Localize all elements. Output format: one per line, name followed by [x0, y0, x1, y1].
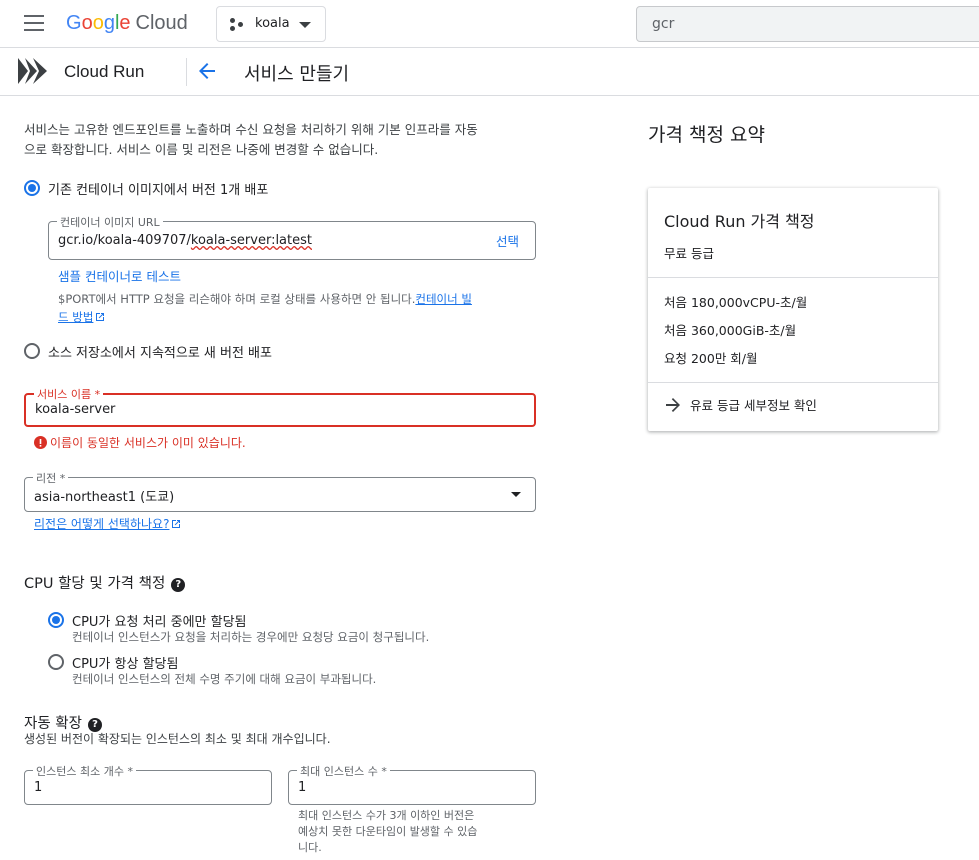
- max-instances-field[interactable]: 최대 인스턴스 수 * 1: [288, 763, 536, 805]
- pricing-item: 처음 360,000GiB-초/월: [664, 323, 797, 338]
- help-icon[interactable]: ?: [171, 578, 186, 592]
- error-icon: [34, 436, 47, 449]
- min-instances-value: 1: [34, 780, 43, 795]
- pricing-card: Cloud Run 가격 책정 무료 등급 처음 180,000vCPU-초/월…: [648, 188, 938, 431]
- arrow-forward-icon: [666, 398, 680, 412]
- free-tier-label: 무료 등급: [664, 246, 714, 261]
- deploy-from-source-label: 소스 저장소에서 지속적으로 새 버전 배포: [48, 346, 272, 361]
- region-help-link[interactable]: 리전은 어떻게 선택하나요?: [34, 517, 169, 531]
- select-image-button[interactable]: 선택: [496, 231, 519, 250]
- pricing-item: 요청 200만 회/월: [664, 351, 758, 366]
- divider: [186, 58, 187, 86]
- project-name: koala: [255, 16, 290, 31]
- dropdown-arrow-icon: [511, 492, 521, 497]
- cpu-request-only-desc: 컨테이너 인스턴스가 요청을 처리하는 경우에만 요청당 요금이 청구됩니다.: [72, 630, 430, 644]
- max-instances-note: 최대 인스턴스 수가 3개 이하인 버전은 예상치 못한 다운타임이 발생할 수…: [298, 809, 478, 854]
- deploy-existing-image-label: 기존 컨테이너 이미지에서 버전 1개 배포: [48, 183, 269, 198]
- external-link-icon: [96, 313, 105, 321]
- service-name-field[interactable]: 서비스 이름 * koala-server: [24, 386, 536, 427]
- project-icon: [230, 18, 244, 32]
- cpu-section-title: CPU 할당 및 가격 책정?: [24, 572, 186, 593]
- region-select[interactable]: 리전 * asia-northeast1 (도쿄): [24, 470, 536, 512]
- project-selector[interactable]: koala: [216, 6, 326, 42]
- page-title: 서비스 만들기: [244, 64, 350, 85]
- container-image-url-field[interactable]: 컨테이너 이미지 URL gcr.io/koala-409707/koala-s…: [48, 214, 536, 260]
- cpu-always-radio[interactable]: [48, 654, 64, 670]
- autoscale-desc: 생성된 버전이 확장되는 인스턴스의 최소 및 최대 개수입니다.: [24, 732, 331, 746]
- region-help: 리전은 어떻게 선택하나요?: [34, 515, 181, 532]
- product-header: Cloud Run 서비스 만들기: [0, 48, 979, 96]
- service-name-value: koala-server: [35, 402, 116, 417]
- container-image-url-value: gcr.io/koala-409707/koala-server:latest: [58, 233, 312, 248]
- test-sample-container-link[interactable]: 샘플 컨테이너로 테스트: [58, 266, 181, 285]
- service-name-error: 이름이 동일한 서비스가 이미 있습니다.: [34, 434, 246, 451]
- caret-down-icon: [299, 22, 311, 28]
- pricing-summary-title: 가격 책정 요약: [648, 124, 765, 146]
- max-instances-value: 1: [298, 780, 307, 795]
- cloud-run-logo-icon: [18, 58, 47, 84]
- product-name: Cloud Run: [64, 62, 145, 81]
- region-value: asia-northeast1 (도쿄): [34, 490, 175, 505]
- main-menu-icon[interactable]: [24, 15, 44, 31]
- cpu-request-only-radio[interactable]: [48, 612, 64, 628]
- search-input[interactable]: [636, 6, 979, 42]
- deploy-existing-image-radio[interactable]: [24, 180, 40, 196]
- paid-tier-details-link[interactable]: 유료 등급 세부정보 확인: [664, 395, 817, 414]
- container-build-link-cont[interactable]: 드 방법: [58, 310, 93, 324]
- port-note: $PORT에서 HTTP 요청을 리슨해야 하며 로컬 상태를 사용하면 안 됩…: [58, 292, 472, 324]
- min-instances-field[interactable]: 인스턴스 최소 개수 * 1: [24, 763, 272, 805]
- divider: [648, 382, 938, 383]
- container-build-link[interactable]: 컨테이너 빌: [415, 292, 472, 306]
- pricing-item: 처음 180,000vCPU-초/월: [664, 295, 808, 310]
- back-arrow-icon[interactable]: [196, 60, 218, 82]
- deploy-from-source-radio[interactable]: [24, 343, 40, 359]
- divider: [648, 277, 938, 278]
- cpu-always-desc: 컨테이너 인스턴스의 전체 수명 주기에 대해 요금이 부과됩니다.: [72, 672, 377, 686]
- pricing-card-title: Cloud Run 가격 책정: [664, 212, 815, 231]
- top-bar: Google Cloud koala: [0, 0, 979, 48]
- google-cloud-logo[interactable]: Google Cloud: [66, 12, 188, 35]
- intro-text: 서비스는 고유한 엔드포인트를 노출하며 수신 요청을 처리하기 위해 기본 인…: [24, 122, 478, 157]
- external-link-icon: [172, 520, 181, 528]
